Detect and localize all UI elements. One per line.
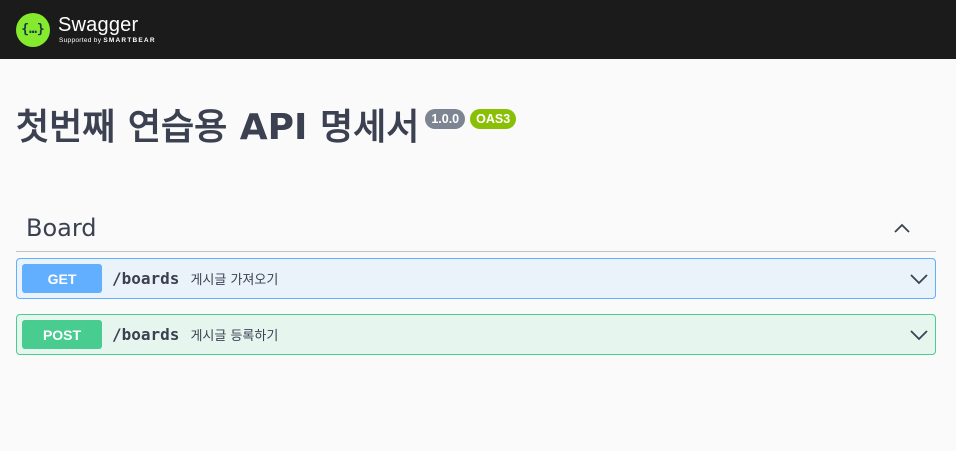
operation-path: /boards <box>112 269 180 288</box>
topbar: {…} Swagger Supported by SMARTBEAR <box>0 0 956 59</box>
operation-get-boards[interactable]: GET /boards 게시글 가져오기 <box>16 258 936 299</box>
chevron-down-icon[interactable] <box>909 325 929 345</box>
logo-text[interactable]: Swagger Supported by SMARTBEAR <box>58 15 156 45</box>
api-info: 첫번째 연습용 API 명세서 1.0.0 OAS3 <box>16 104 517 152</box>
tag-header[interactable]: Board <box>16 204 936 252</box>
method-badge: POST <box>22 320 102 349</box>
operation-summary: 게시글 가져오기 <box>190 273 279 288</box>
operation-summary: 게시글 등록하기 <box>190 329 279 344</box>
supported-by: Supported by SMARTBEAR <box>59 36 156 44</box>
tag-section-board: Board GET /boards 게시글 가져오기 POST /boards … <box>16 204 936 355</box>
operation-post-boards[interactable]: POST /boards 게시글 등록하기 <box>16 314 936 355</box>
chevron-up-icon[interactable] <box>892 218 912 238</box>
brand-name: Swagger <box>58 13 139 36</box>
method-badge: GET <box>22 264 102 293</box>
chevron-down-icon[interactable] <box>909 269 929 289</box>
swagger-logo-icon[interactable]: {…} <box>16 12 50 47</box>
operation-path: /boards <box>112 325 180 344</box>
version-badge: 1.0.0 <box>425 109 466 129</box>
page-title: 첫번째 연습용 API 명세서 <box>16 107 420 148</box>
tag-name: Board <box>26 213 97 242</box>
oas-badge: OAS3 <box>470 109 517 129</box>
